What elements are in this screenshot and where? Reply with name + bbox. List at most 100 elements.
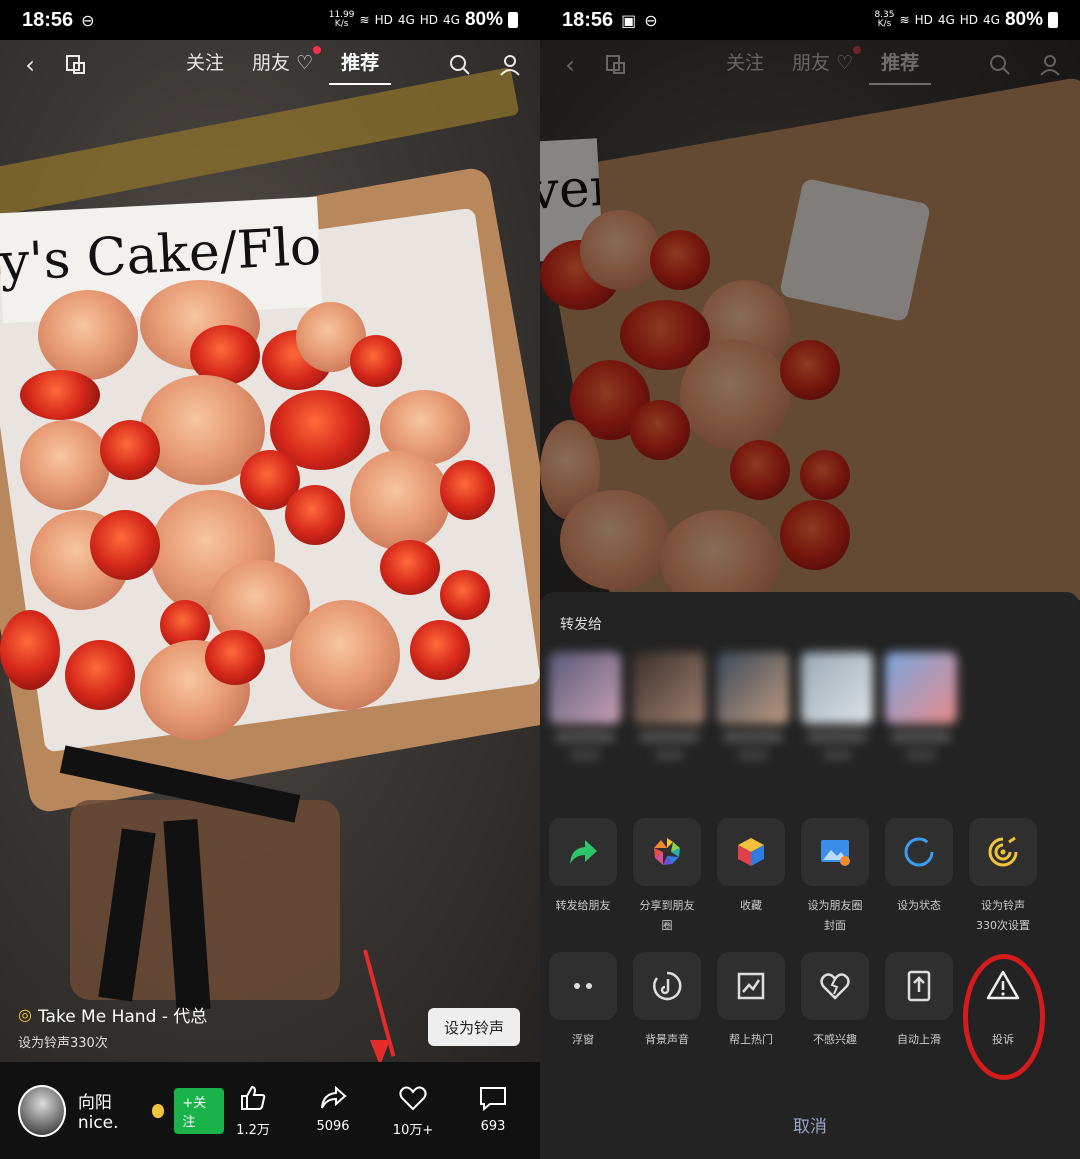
tab-following[interactable]: 关注 [726, 48, 764, 83]
battery-icon [508, 12, 518, 28]
rose [440, 460, 495, 520]
tab-recommended[interactable]: 推荐 [329, 48, 392, 85]
annotation-circle [963, 954, 1045, 1080]
music-info[interactable]: ◎ Take Me Hand - 代总 [18, 1002, 207, 1027]
favorite-icon [399, 1086, 427, 1111]
search-icon[interactable] [446, 51, 474, 79]
rose [90, 510, 160, 580]
rose [660, 510, 780, 600]
video-photo: y's Cake/Flower [0, 40, 540, 1062]
rose [205, 630, 265, 685]
friend-item[interactable] [800, 652, 874, 760]
set-ringtone-option[interactable]: 设为铃声 330次设置 [968, 818, 1038, 936]
share-moments-option[interactable]: 分享到朋友 圈 [632, 818, 702, 936]
friend-item[interactable] [716, 652, 790, 760]
right-screenshot: ver 18:56 ▣ ⊖ 8.35 K/s ≋ HD 4G HD 4G 80%… [540, 0, 1080, 1159]
signal-icon: 4G [397, 13, 415, 27]
multi-window-icon[interactable] [602, 51, 630, 79]
share-button[interactable]: 5096 [304, 1083, 362, 1138]
profile-icon[interactable] [496, 51, 524, 79]
image-cover-icon [821, 840, 850, 866]
background-sound-icon [653, 971, 682, 1001]
boost-trending-option[interactable]: 帮上热门 [716, 952, 786, 1050]
rose [730, 440, 790, 500]
like-icon [241, 1085, 266, 1110]
multi-window-icon[interactable] [62, 51, 90, 79]
follow-button[interactable]: +关注 [174, 1087, 225, 1134]
cube-icon [738, 838, 764, 866]
status-bar: 18:56 ⊖ 11.99 K/s ≋ HD 4G HD 4G 80% [0, 0, 540, 40]
rose [780, 340, 840, 400]
rose [100, 420, 160, 480]
forward-to-friend-option[interactable]: 转发给朋友 [548, 818, 618, 936]
cancel-button[interactable]: 取消 [540, 1112, 1080, 1137]
left-screenshot: y's Cake/Flower 18:56 ⊖ 11.99 K/s ≋ HD 4… [0, 0, 540, 1159]
comment-button[interactable]: 693 [464, 1083, 522, 1138]
tab-recommended[interactable]: 推荐 [869, 48, 932, 85]
sheet-title: 转发给 [560, 617, 602, 633]
set-ringtone-button[interactable]: 设为铃声 [428, 1008, 520, 1046]
friend-item[interactable] [632, 652, 706, 760]
background-sound-option[interactable]: 背景声音 [632, 952, 702, 1050]
float-window-icon [574, 983, 592, 989]
rose [290, 600, 400, 710]
share-icon [321, 1085, 347, 1109]
set-status-option[interactable]: 设为状态 [884, 818, 954, 936]
wifi-icon: ≋ [899, 13, 910, 27]
top-nav: ‹ 关注 朋友 ♡ 推荐 [0, 40, 540, 90]
rose [650, 230, 710, 290]
rose [440, 570, 490, 620]
back-icon[interactable]: ‹ [16, 51, 44, 79]
forward-arrow-icon [570, 840, 597, 864]
hd-label: HD [914, 13, 933, 27]
auto-scroll-icon [907, 970, 931, 1002]
signal-icon: 4G [937, 13, 955, 27]
music-title: Take Me Hand - 代总 [37, 1007, 208, 1027]
friend-item[interactable] [548, 652, 622, 760]
collect-option[interactable]: 收藏 [716, 818, 786, 936]
rose [380, 540, 440, 595]
rose [20, 420, 110, 510]
comment-icon [480, 1087, 507, 1112]
profile-icon[interactable] [1036, 51, 1064, 79]
rose [20, 370, 100, 420]
favorite-button[interactable]: 10万+ [384, 1083, 442, 1138]
rose [410, 620, 470, 680]
bottom-bar: 向阳nice. +关注 1.2万 5096 10万+ 693 [0, 1062, 540, 1159]
set-moments-cover-option[interactable]: 设为朋友圈 封面 [800, 818, 870, 936]
ringtone-icon [988, 836, 1018, 867]
tab-following[interactable]: 关注 [186, 48, 224, 83]
like-button[interactable]: 1.2万 [224, 1083, 282, 1138]
verified-badge-icon [151, 1103, 165, 1118]
avatar[interactable] [18, 1084, 66, 1137]
battery-level: 80% [1004, 9, 1043, 30]
ringtone-count: 设为铃声330次 [18, 1036, 108, 1051]
top-nav: ‹ 关注 朋友 ♡ 推荐 [540, 40, 1080, 90]
tab-friends[interactable]: 朋友 ♡ [252, 45, 322, 83]
status-bar: 18:56 ▣ ⊖ 8.35 K/s ≋ HD 4G HD 4G 80% [540, 0, 1080, 40]
search-icon[interactable] [986, 51, 1014, 79]
clock: 18:56 [22, 8, 74, 31]
rose [780, 500, 850, 570]
rose [560, 490, 670, 590]
wifi-icon: ≋ [359, 13, 370, 27]
dnd-icon: ⊖ [81, 10, 95, 30]
net-speed: 11.99 K/s [328, 10, 355, 29]
friend-item[interactable] [884, 652, 958, 760]
music-note-icon: ◎ [18, 1005, 32, 1024]
auto-scroll-option[interactable]: 自动上滑 [884, 952, 954, 1050]
status-ring-icon [904, 837, 934, 867]
float-window-option[interactable]: 浮窗 [548, 952, 618, 1050]
image-icon: ▣ [621, 10, 637, 30]
rose [0, 610, 60, 690]
back-icon[interactable]: ‹ [556, 51, 584, 79]
not-interested-option[interactable]: 不感兴趣 [800, 952, 870, 1050]
tab-friends[interactable]: 朋友 ♡ [792, 45, 862, 83]
broken-heart-icon [820, 973, 850, 1000]
trending-chart-icon [737, 972, 765, 1000]
username[interactable]: 向阳nice. [78, 1088, 165, 1133]
hd-label: HD [419, 13, 439, 27]
video-photo-dimmed: ver [540, 40, 1080, 600]
rose [800, 450, 850, 500]
rose [580, 210, 660, 290]
